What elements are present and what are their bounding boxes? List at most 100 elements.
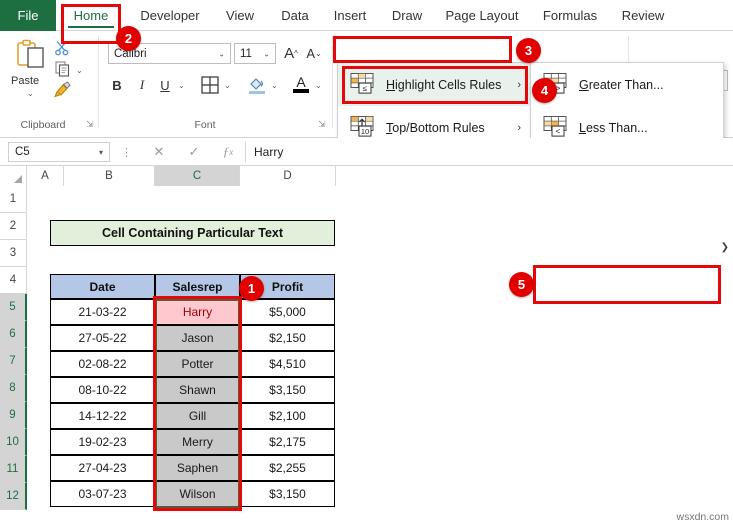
table-header-date[interactable]: Date — [50, 274, 155, 299]
callout-badge-4: 4 — [532, 78, 557, 103]
row-header-4[interactable]: 4 — [0, 267, 27, 294]
font-color-icon[interactable]: A — [292, 73, 310, 100]
column-header-b[interactable]: B — [64, 166, 155, 186]
formula-input[interactable]: Harry — [245, 142, 733, 162]
check-icon[interactable]: ✓ — [178, 142, 210, 162]
copy-chevron-down-icon[interactable]: ⌄ — [76, 66, 83, 75]
column-header-c[interactable]: C — [155, 166, 240, 186]
tab-formulas[interactable]: Formulas — [534, 0, 606, 31]
row-header-7[interactable]: 7 — [0, 348, 27, 375]
table-cell-profit[interactable]: $5,000 — [240, 299, 335, 325]
table-cell-date[interactable]: 14-12-22 — [50, 403, 155, 429]
table-cell-profit[interactable]: $2,100 — [240, 403, 335, 429]
fx-icon[interactable]: ƒx — [212, 142, 244, 162]
bold-button[interactable]: B — [108, 75, 126, 95]
font-size-chevron-down-icon[interactable]: ⌄ — [263, 49, 270, 58]
table-cell-date[interactable]: 27-05-22 — [50, 325, 155, 351]
tab-developer[interactable]: Developer — [130, 0, 210, 31]
increase-font-size-icon[interactable]: A ^ — [281, 42, 301, 64]
tab-review[interactable]: Review — [612, 0, 674, 31]
table-header-label: Profit — [271, 279, 304, 294]
table-cell-salesrep[interactable]: Harry — [155, 299, 240, 325]
table-cell-profit[interactable]: $3,150 — [240, 377, 335, 403]
table-cell-salesrep[interactable]: Potter — [155, 351, 240, 377]
table-cell-date[interactable]: 27-04-23 — [50, 455, 155, 481]
fill-color-icon[interactable] — [248, 75, 266, 100]
cell-value: Potter — [181, 357, 214, 371]
row-header-12[interactable]: 12 — [0, 483, 27, 510]
font-color-chevron-down-icon[interactable]: ⌄ — [315, 81, 322, 90]
table-cell-salesrep[interactable]: Gill — [155, 403, 240, 429]
fill-color-chevron-down-icon[interactable]: ⌄ — [271, 81, 278, 90]
name-box[interactable]: C5 ▾ — [8, 142, 110, 162]
table-cell-date[interactable]: 08-10-22 — [50, 377, 155, 403]
spreadsheet-grid: A B C D 1 2 3 4 5 6 7 8 9 10 11 12 Cell … — [0, 166, 733, 527]
font-name-chevron-down-icon[interactable]: ⌄ — [218, 49, 225, 58]
column-header-e[interactable] — [336, 166, 733, 186]
decrease-font-size-icon[interactable]: A ⌄ — [304, 42, 324, 64]
menu-item-highlight-cells-rules[interactable]: ≤ Highlight Cells Rules › — [338, 63, 531, 106]
name-box-chevron-down-icon[interactable]: ▾ — [99, 148, 103, 157]
tab-insert[interactable]: Insert — [324, 0, 376, 31]
tab-draw[interactable]: Draw — [382, 0, 432, 31]
clipboard-dialog-launcher-icon[interactable]: ⇲ — [86, 119, 94, 130]
table-cell-profit[interactable]: $2,150 — [240, 325, 335, 351]
tab-draw-label: Draw — [391, 8, 423, 23]
copy-icon[interactable] — [55, 61, 71, 82]
font-size-combo[interactable]: 11 ⌄ — [234, 43, 276, 64]
underline-chevron-down-icon[interactable]: ⌄ — [178, 81, 185, 90]
submenu-item-greater-than[interactable]: > Greater Than... — [531, 63, 723, 106]
table-cell-date[interactable]: 19-02-23 — [50, 429, 155, 455]
select-all-corner[interactable] — [0, 166, 27, 186]
table-cell-date[interactable]: 03-07-23 — [50, 481, 155, 507]
table-cell-profit[interactable]: $4,510 — [240, 351, 335, 377]
tab-file[interactable]: File — [0, 0, 56, 31]
column-header-d[interactable]: D — [240, 166, 336, 186]
shrink-font-glyph: A — [306, 45, 315, 61]
italic-button[interactable]: I — [133, 75, 151, 95]
font-dialog-launcher-icon[interactable]: ⇲ — [318, 119, 326, 130]
cell-value: 19-02-23 — [78, 435, 127, 449]
table-cell-salesrep[interactable]: Merry — [155, 429, 240, 455]
tab-page-layout[interactable]: Page Layout — [436, 0, 528, 31]
table-cell-profit[interactable]: $3,150 — [240, 481, 335, 507]
paste-button-label[interactable]: Paste — [11, 75, 39, 87]
column-header-label: B — [105, 170, 113, 182]
table-cell-date[interactable]: 02-08-22 — [50, 351, 155, 377]
row-header-8[interactable]: 8 — [0, 375, 27, 402]
paste-chevron-down-icon[interactable]: ⌄ — [27, 89, 34, 98]
borders-icon[interactable] — [201, 76, 219, 99]
borders-chevron-down-icon[interactable]: ⌄ — [224, 81, 231, 90]
row-header-5[interactable]: 5 — [0, 294, 27, 321]
row-header-2[interactable]: 2 — [0, 213, 27, 240]
row-header-3[interactable]: 3 — [0, 240, 27, 267]
row-header-1[interactable]: 1 — [0, 186, 27, 213]
tab-view[interactable]: View — [214, 0, 266, 31]
table-cell-salesrep[interactable]: Saphen — [155, 455, 240, 481]
tab-data[interactable]: Data — [270, 0, 320, 31]
table-cell-salesrep[interactable]: Shawn — [155, 377, 240, 403]
table-cell-date[interactable]: 21-03-22 — [50, 299, 155, 325]
underline-button[interactable]: U — [156, 75, 174, 95]
highlight-cells-rules-icon: ≤ — [350, 72, 376, 97]
row-header-6[interactable]: 6 — [0, 321, 27, 348]
table-title-cell[interactable]: Cell Containing Particular Text — [50, 220, 335, 246]
row-header-10[interactable]: 10 — [0, 429, 27, 456]
column-header-a[interactable]: A — [27, 166, 64, 186]
close-icon[interactable]: ✕ — [143, 142, 175, 162]
row-header-11[interactable]: 11 — [0, 456, 27, 483]
table-cell-salesrep[interactable]: Jason — [155, 325, 240, 351]
cell-value: 27-05-22 — [78, 331, 127, 345]
paste-icon[interactable] — [14, 39, 48, 76]
table-header-salesrep[interactable]: Salesrep — [155, 274, 240, 299]
scroll-indicator-icon[interactable]: ❯ — [721, 242, 729, 253]
table-cell-salesrep[interactable]: Wilson — [155, 481, 240, 507]
group-divider — [332, 36, 333, 128]
table-cell-profit[interactable]: $2,175 — [240, 429, 335, 455]
table-cell-profit[interactable]: $2,255 — [240, 455, 335, 481]
tab-home[interactable]: Home — [60, 0, 122, 31]
format-painter-icon[interactable] — [54, 81, 72, 103]
formula-bar-grip: ⋮ — [121, 147, 132, 159]
row-header-9[interactable]: 9 — [0, 402, 27, 429]
cut-scissors-icon[interactable] — [54, 40, 70, 61]
